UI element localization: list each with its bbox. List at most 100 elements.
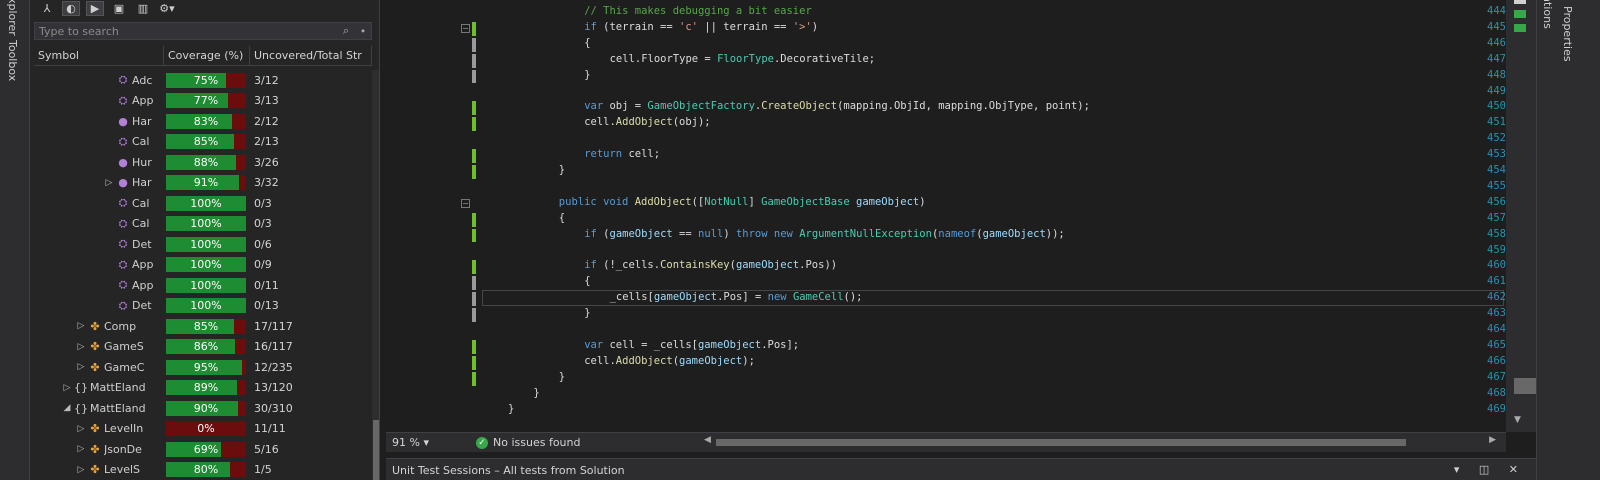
expand-icon[interactable]: ▷ [76, 424, 86, 434]
coverage-cell: 95% [164, 357, 250, 378]
code-editor[interactable]: 444 // This makes debugging a bit easier 4… [386, 0, 1506, 432]
search-icon[interactable]: ⌕ [343, 24, 349, 38]
code-token: ArgumentNullException [799, 227, 932, 240]
coverage-row[interactable]: ⛭ App 100% 0/9 [34, 255, 372, 276]
code-line[interactable]: } [559, 371, 565, 383]
coverage-row[interactable]: ⛭ Cal 85% 2/13 [34, 132, 372, 153]
filter-icon[interactable]: ⅄ [38, 1, 56, 16]
coverage-cell: 89% [164, 378, 250, 399]
pin-icon[interactable]: ⬩ [361, 24, 365, 38]
settings-icon[interactable]: ⚙▾ [158, 1, 176, 16]
code-line[interactable]: } [533, 387, 539, 399]
column-header-uncovered[interactable]: Uncovered/Total Str [250, 46, 372, 65]
coverage-row[interactable]: ▷ ● Har 91% 3/32 [34, 173, 372, 194]
coverage-marker [472, 371, 476, 386]
tab-properties[interactable]: Properties [1561, 6, 1574, 62]
coverage-row[interactable]: ⛭ App 77% 3/13 [34, 91, 372, 112]
code-line[interactable]: cell.AddObject(obj); [584, 116, 710, 128]
code-line[interactable]: } [559, 164, 565, 176]
coverage-row[interactable]: ● Hur 88% 3/26 [34, 152, 372, 173]
search-input[interactable] [39, 24, 329, 38]
coverage-bar: 77% [166, 93, 246, 109]
code-line[interactable]: var obj = GameObjectFactory.CreateObject… [584, 100, 1090, 112]
editor-vertical-scrollbar[interactable] [1506, 0, 1536, 432]
expand-icon[interactable]: ▷ [104, 178, 114, 188]
coverage-row[interactable]: ▷ ✤ GameC 95% 12/235 [34, 357, 372, 378]
coverage-scrollbar[interactable] [372, 70, 379, 480]
tab-toolbox[interactable]: Toolbox [6, 40, 19, 81]
code-token: == [672, 227, 699, 240]
code-line[interactable]: var cell = _cells[gameObject.Pos]; [584, 339, 799, 351]
code-line[interactable]: if (!_cells.ContainsKey(gameObject.Pos)) [584, 259, 837, 271]
code-line[interactable]: return cell; [584, 148, 660, 160]
coverage-cell: 0% [164, 419, 250, 440]
code-token: return [584, 148, 623, 161]
coverage-row[interactable]: ▷ ✤ JsonDe 69% 5/16 [34, 439, 372, 460]
coverage-row[interactable]: ⛭ Cal 100% 0/3 [34, 193, 372, 214]
scroll-right-icon[interactable]: ▶ [1489, 435, 1496, 445]
expand-icon[interactable]: ▷ [76, 465, 86, 475]
symbol-name: App [132, 278, 154, 292]
code-line[interactable]: _cells[gameObject.Pos] = new GameCell(); [610, 291, 863, 303]
code-line[interactable]: } [584, 69, 590, 81]
code-line[interactable]: } [508, 403, 514, 415]
code-token: || terrain == [698, 20, 793, 33]
coverage-row[interactable]: ⛭ Det 100% 0/13 [34, 296, 372, 317]
coverage-row[interactable]: ⛭ Det 100% 0/6 [34, 234, 372, 255]
column-header-coverage[interactable]: Coverage (%) [164, 46, 250, 65]
editor-horizontal-scrollbar[interactable]: ◀ ▶ [704, 435, 1496, 447]
code-line[interactable]: { [559, 212, 565, 224]
expand-icon[interactable]: ▷ [62, 383, 72, 393]
expand-icon[interactable]: ▷ [76, 321, 86, 331]
code-line[interactable]: // This makes debugging a bit easier [584, 5, 812, 17]
coverage-row[interactable]: ▷ ✤ GameS 86% 16/117 [34, 337, 372, 358]
save-icon[interactable]: ▣ [110, 1, 128, 16]
line-number: 466 [1487, 354, 1506, 367]
scroll-down-icon[interactable]: ▼ [1514, 415, 1526, 425]
coverage-bar: 69% [166, 441, 246, 457]
symbol-cell: ● Hur [34, 152, 164, 173]
class-icon: ✤ [90, 360, 100, 374]
fold-toggle-icon[interactable]: − [461, 198, 470, 208]
coverage-row[interactable]: ⛭ Adc 75% 3/12 [34, 70, 372, 91]
expand-icon[interactable]: ▷ [76, 444, 86, 454]
coverage-row[interactable]: ▷{} MattEland 89% 13/120 [34, 378, 372, 399]
coverage-row[interactable]: ▷ ✤ Comp 85% 17/117 [34, 316, 372, 337]
code-line[interactable]: { [584, 275, 590, 287]
code-line[interactable]: } [584, 307, 590, 319]
uncovered-total: 0/6 [254, 237, 272, 251]
panel-controls[interactable]: ▾ ◫ ✕ [1454, 463, 1526, 476]
coverage-row[interactable]: ⛭ App 100% 0/11 [34, 275, 372, 296]
code-line[interactable]: cell.FloorType = FloorType.DecorativeTil… [610, 53, 876, 65]
fold-toggle-icon[interactable]: − [461, 23, 470, 33]
coverage-marker [472, 165, 476, 179]
scroll-thumb[interactable] [1514, 378, 1536, 394]
expand-icon[interactable]: ▷ [76, 362, 86, 372]
code-token: new [767, 291, 787, 304]
issues-indicator[interactable]: ✓ No issues found ⇌ ▾ [476, 436, 754, 449]
scroll-left-icon[interactable]: ◀ [704, 435, 711, 445]
scroll-thumb[interactable] [716, 439, 1406, 446]
code-line[interactable]: if (terrain == 'c' || terrain == '>') [584, 21, 818, 33]
column-header-symbol[interactable]: Symbol [34, 46, 164, 65]
tab-explorer[interactable]: Explorer [6, 0, 19, 36]
coverage-row[interactable]: ● Har 83% 2/12 [34, 111, 372, 132]
code-line[interactable]: public void AddObject([NotNull] GameObje… [559, 196, 926, 208]
run-icon[interactable]: ▶ [86, 1, 104, 16]
coverage-row[interactable]: ⛭ Cal 100% 0/3 [34, 214, 372, 235]
code-line[interactable]: cell.AddObject(gameObject); [584, 355, 755, 367]
scroll-thumb[interactable] [373, 420, 379, 480]
expand-icon[interactable]: ▷ [76, 342, 86, 352]
symbol-name: GameS [104, 340, 144, 354]
tab-notifications[interactable]: Notifications [1541, 0, 1554, 29]
code-line[interactable]: if (gameObject == null) throw new Argume… [584, 228, 1065, 240]
coverage-icon[interactable]: ◐ [62, 1, 80, 16]
zoom-selector[interactable]: 91 % ▾ [386, 436, 446, 449]
coverage-row[interactable]: ▷ ✤ LevelIn 0% 11/11 [34, 419, 372, 440]
code-line[interactable]: { [584, 37, 590, 49]
collapse-icon[interactable]: ◢ [62, 403, 72, 413]
coverage-row[interactable]: ◢{} MattEland 90% 30/310 [34, 398, 372, 419]
delete-icon[interactable]: ▥ [134, 1, 152, 16]
code-token: AddObject [615, 354, 673, 367]
coverage-row[interactable]: ▷ ✤ LevelS 80% 1/5 [34, 460, 372, 480]
